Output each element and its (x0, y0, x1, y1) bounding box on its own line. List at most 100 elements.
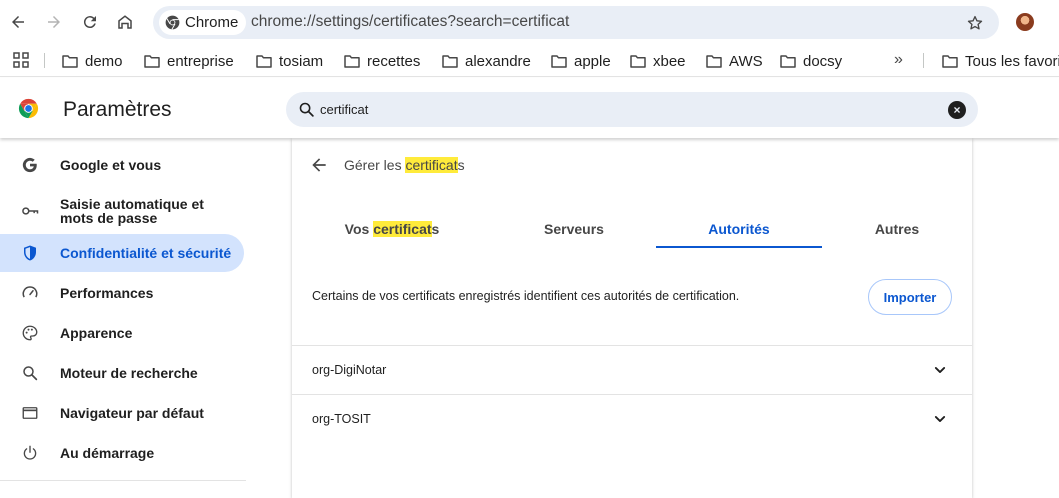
bookmark-folder[interactable]: tosiam (256, 51, 323, 71)
bookmark-folder[interactable]: apple (551, 51, 611, 71)
tab-servers[interactable]: Serveurs (492, 208, 656, 250)
sidebar-item-label: Moteur de recherche (60, 365, 198, 381)
search-input[interactable] (320, 92, 920, 127)
bookmark-label: demo (85, 52, 123, 70)
certificates-card: Gérer les certificats Vos certificat s Se… (292, 138, 972, 498)
bookmark-label: AWS (729, 52, 763, 70)
tab-label-suffix: s (431, 221, 440, 237)
shield-icon (20, 243, 40, 263)
folder-icon (256, 54, 272, 68)
folder-icon (62, 54, 78, 68)
authority-name: org-DigiNotar (312, 363, 387, 377)
folder-icon (706, 54, 722, 68)
folder-icon (780, 54, 796, 68)
bookmark-folder[interactable]: alexandre (442, 51, 531, 71)
profile-avatar[interactable] (1016, 13, 1034, 31)
power-icon (20, 443, 40, 463)
sidebar-item-on-startup[interactable]: Au démarrage (0, 436, 244, 470)
tab-authorities[interactable]: Autorités (656, 208, 822, 250)
bookmark-label: Tous les favoris (965, 52, 1059, 70)
search-highlight: certificat (405, 157, 458, 173)
search-icon (298, 101, 315, 118)
authorities-description: Certains de vos certificats enregistrés … (312, 289, 740, 303)
bookmark-folder[interactable]: recettes (344, 51, 420, 71)
back-arrow-icon[interactable] (6, 10, 30, 34)
bookmark-folder[interactable]: xbee (630, 51, 686, 71)
sidebar-item-performance[interactable]: Performances (0, 276, 244, 310)
folder-icon (551, 54, 567, 68)
settings-search[interactable]: × (286, 92, 978, 127)
sidebar-item-label: Confidentialité et sécurité (60, 245, 232, 261)
bookmark-label: xbee (653, 52, 686, 70)
folder-icon (344, 54, 360, 68)
page-title: Paramètres (63, 98, 172, 121)
bookmark-label: entreprise (167, 52, 234, 70)
settings-sidebar: Google et vous Saisie automatique et mot… (0, 138, 246, 485)
bookmark-folder[interactable]: docsy (780, 51, 842, 71)
browser-window-icon (20, 403, 40, 423)
chevron-down-icon[interactable] (930, 409, 950, 429)
bookmark-folder[interactable]: AWS (706, 51, 763, 71)
chrome-logo-icon (165, 15, 180, 30)
bookmark-label: docsy (803, 52, 843, 70)
reload-icon[interactable] (78, 10, 102, 34)
chrome-logo-icon (17, 97, 40, 120)
sidebar-item-google[interactable]: Google et vous (0, 148, 244, 182)
bookmark-label: apple (574, 52, 611, 70)
tab-others[interactable]: Autres (822, 208, 972, 250)
browser-toolbar: Chrome chrome://settings/certificates?se… (0, 0, 1059, 44)
search-icon (20, 363, 40, 383)
more-bookmarks-button[interactable]: » (894, 51, 903, 69)
bookmarks-divider (44, 53, 45, 68)
sidebar-item-label: Performances (60, 285, 154, 301)
sidebar-item-default-browser[interactable]: Navigateur par défaut (0, 396, 244, 430)
forward-arrow-icon[interactable] (42, 10, 66, 34)
certificate-tabs: Vos certificat s Serveurs Autorités Autre… (292, 208, 972, 250)
clear-search-icon[interactable]: × (948, 101, 966, 119)
bookmark-label: alexandre (465, 52, 531, 70)
sidebar-item-search-engine[interactable]: Moteur de recherche (0, 356, 244, 390)
chrome-chip-label: Chrome (185, 14, 239, 31)
bookmark-folder[interactable]: entreprise (144, 51, 234, 71)
bookmarks-bar: demo entreprise tosiam recettes alexandr… (0, 44, 1059, 77)
certificate-authority-row[interactable]: org-DigiNotar (292, 346, 972, 394)
sidebar-item-label: Saisie automatique et mots de passe (60, 196, 204, 226)
search-highlight: certificat (373, 221, 432, 237)
sidebar-item-label: Google et vous (60, 157, 162, 173)
all-bookmarks-folder[interactable]: Tous les favoris (942, 51, 1059, 71)
section-title: Gérer les certificats (344, 157, 465, 173)
url-text[interactable]: chrome://settings/certificates?search=ce… (251, 13, 569, 31)
bookmark-label: recettes (367, 52, 421, 70)
authority-name: org-TOSIT (312, 412, 371, 426)
bookmark-star-icon[interactable] (964, 12, 986, 34)
sidebar-item-appearance[interactable]: Apparence (0, 316, 244, 350)
address-bar[interactable]: Chrome chrome://settings/certificates?se… (153, 6, 999, 39)
bookmark-folder[interactable]: demo (62, 51, 123, 71)
folder-icon (144, 54, 160, 68)
apps-grid-icon[interactable] (13, 52, 29, 68)
key-icon (20, 201, 40, 221)
folder-icon (630, 54, 646, 68)
title-suffix: s (457, 157, 465, 173)
sidebar-item-autofill[interactable]: Saisie automatique et mots de passe (0, 190, 244, 232)
folder-icon (442, 54, 458, 68)
tab-your-certificates[interactable]: Vos certificat s (292, 208, 492, 250)
back-arrow-icon[interactable] (309, 155, 329, 175)
palette-icon (20, 323, 40, 343)
chevron-down-icon[interactable] (930, 360, 950, 380)
bookmarks-divider (923, 53, 924, 68)
certificate-authority-row[interactable]: org-TOSIT (292, 395, 972, 443)
folder-icon (942, 54, 958, 68)
sidebar-divider (0, 480, 246, 481)
import-button[interactable]: Importer (868, 279, 952, 315)
active-tab-indicator (656, 246, 822, 248)
title-prefix: Gérer les (344, 157, 406, 173)
sidebar-item-label: Navigateur par défaut (60, 405, 204, 421)
bookmark-label: tosiam (279, 52, 324, 70)
sidebar-item-label: Au démarrage (60, 445, 155, 461)
home-icon[interactable] (113, 10, 137, 34)
speedometer-icon (20, 283, 40, 303)
sidebar-item-privacy[interactable]: Confidentialité et sécurité (0, 234, 244, 272)
chrome-chip[interactable]: Chrome (159, 10, 247, 35)
settings-header: Paramètres × (0, 78, 1059, 138)
